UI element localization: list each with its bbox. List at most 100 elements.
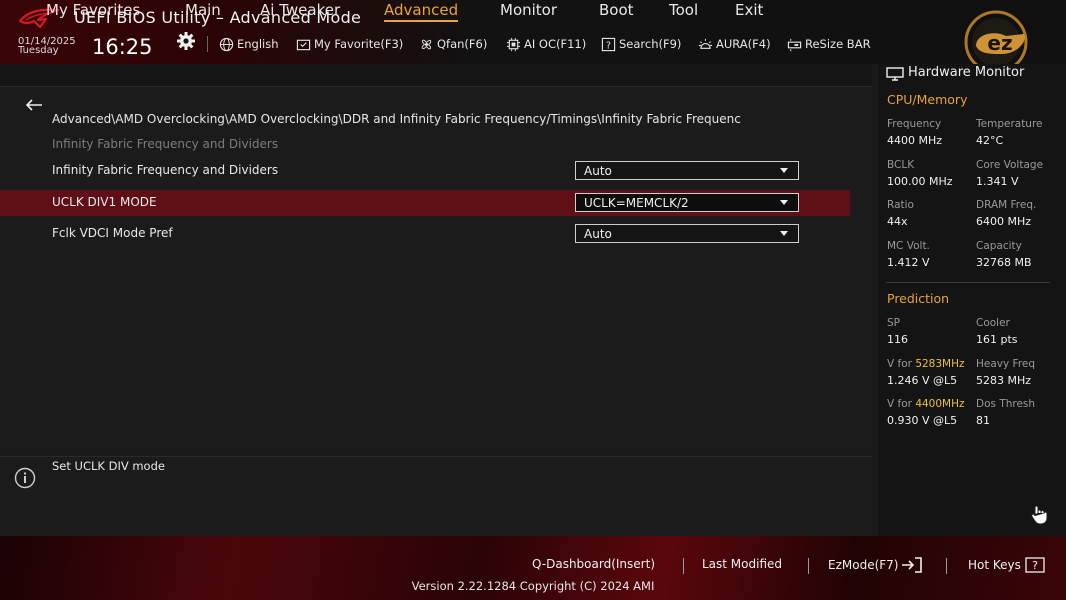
v-for-1-value: 1.246 V @L5 <box>887 374 958 387</box>
ezmode-label: EzMode(F7) <box>828 558 899 572</box>
mc-volt-value: 1.412 V <box>887 256 930 269</box>
bclk-value: 100.00 MHz <box>887 175 953 188</box>
setting-row-uclk-div1[interactable]: UCLK DIV1 MODE UCLK=MEMCLK/2 <box>0 190 850 216</box>
tab-monitor[interactable]: Monitor <box>500 1 557 19</box>
help-key-icon: ? <box>1025 557 1045 573</box>
footer-divider <box>946 558 947 574</box>
capacity-label: Capacity <box>976 240 1022 252</box>
tab-advanced[interactable]: Advanced <box>384 1 459 22</box>
uclk-div1-dropdown[interactable]: UCLK=MEMCLK/2 <box>575 193 799 212</box>
dropdown-arrow-icon <box>780 200 788 205</box>
svg-text:?: ? <box>606 40 611 51</box>
capacity-value: 32768 MB <box>976 256 1032 269</box>
search-label: Search(F9) <box>619 37 682 51</box>
v-for-1-freq: 5283MHz <box>915 358 965 370</box>
exit-arrow-icon <box>902 557 923 573</box>
bclk-label: BCLK <box>887 159 915 171</box>
if-frequency-dropdown[interactable]: Auto <box>575 161 799 180</box>
breadcrumb: Advanced\AMD Overclocking\AMD Overclocki… <box>52 112 741 126</box>
ai-oc-label: AI OC(F11) <box>524 37 587 51</box>
cooler-label: Cooler <box>976 317 1010 329</box>
tab-my-favorites[interactable]: My Favorites <box>46 1 140 19</box>
tab-tool[interactable]: Tool <box>669 1 698 19</box>
cpu-memory-heading: CPU/Memory <box>887 92 968 107</box>
back-arrow-icon[interactable] <box>24 98 44 112</box>
hw-divider <box>886 282 1050 283</box>
setting-label: Infinity Fabric Frequency and Dividers <box>52 163 279 177</box>
v-for-2-label: V for 4400MHz <box>887 398 965 410</box>
aura-label: AURA(F4) <box>716 37 771 51</box>
heavy-freq-value: 5283 MHz <box>976 374 1032 387</box>
dram-freq-label: DRAM Freq. <box>976 199 1037 211</box>
tab-ai-tweaker[interactable]: Ai Tweaker <box>260 1 340 19</box>
ai-chip-icon <box>506 37 521 51</box>
q-dashboard-button[interactable]: Q-Dashboard(Insert) <box>532 557 655 571</box>
dram-freq-value: 6400 MHz <box>976 215 1032 228</box>
sp-value: 116 <box>887 333 908 346</box>
header-divider <box>207 36 208 52</box>
ratio-label: Ratio <box>887 199 914 211</box>
qfan-label: Qfan(F6) <box>437 37 488 51</box>
footer-divider <box>683 558 684 574</box>
ai-oc-button[interactable]: AI OC(F11) <box>506 36 586 52</box>
fclk-vdci-dropdown[interactable]: Auto <box>575 224 799 243</box>
dropdown-value: UCLK=MEMCLK/2 <box>584 196 689 210</box>
svg-text:?: ? <box>1032 559 1038 572</box>
language-label: English <box>237 37 279 51</box>
sp-label: SP <box>887 317 900 329</box>
language-button[interactable]: English <box>219 36 279 52</box>
resize-bar-button[interactable]: ReSize BAR <box>787 36 871 52</box>
setting-label: Fclk VDCI Mode Pref <box>52 226 173 240</box>
qfan-button[interactable]: Qfan(F6) <box>419 36 487 52</box>
fan-icon <box>421 39 432 49</box>
menu-bar <box>0 64 872 86</box>
footer-divider <box>808 558 809 574</box>
v-for-prefix: V for <box>887 358 912 370</box>
aura-button[interactable]: AURA(F4) <box>698 36 771 52</box>
v-for-1-label: V for 5283MHz <box>887 358 965 370</box>
gear-icon[interactable] <box>176 31 196 51</box>
help-text: Set UCLK DIV mode <box>52 459 165 473</box>
setting-row-if-frequency[interactable]: Infinity Fabric Frequency and Dividers A… <box>0 158 850 184</box>
v-for-prefix: V for <box>887 398 912 410</box>
info-icon <box>14 467 36 489</box>
dropdown-value: Auto <box>584 227 612 241</box>
temperature-label: Temperature <box>976 118 1043 130</box>
weekday-display: Tuesday <box>18 45 59 56</box>
v-for-2-freq: 4400MHz <box>915 398 965 410</box>
mc-volt-label: MC Volt. <box>887 240 930 252</box>
hand-cursor-icon <box>1031 505 1048 525</box>
temperature-value: 42°C <box>976 134 1004 147</box>
tab-boot[interactable]: Boot <box>599 1 634 19</box>
hot-keys-label: Hot Keys <box>968 558 1021 572</box>
search-button[interactable]: ? Search(F9) <box>601 36 681 52</box>
hot-keys-button[interactable]: Hot Keys ? <box>968 557 1045 573</box>
favorite-folder-icon <box>296 39 311 50</box>
prediction-heading: Prediction <box>887 291 950 306</box>
frequency-value: 4400 MHz <box>887 134 943 147</box>
clock-display: 16:25 <box>92 35 153 59</box>
tab-exit[interactable]: Exit <box>735 1 763 19</box>
setting-label: UCLK DIV1 MODE <box>52 195 157 209</box>
dropdown-arrow-icon <box>780 168 788 173</box>
heavy-freq-label: Heavy Freq <box>976 358 1036 370</box>
ezmode-button[interactable]: EzMode(F7) <box>828 557 923 573</box>
my-favorite-button[interactable]: My Favorite(F3) <box>296 36 403 52</box>
globe-icon <box>219 37 234 51</box>
search-icon: ? <box>601 37 616 51</box>
monitor-icon <box>886 67 904 81</box>
setting-row-fclk-vdci[interactable]: Fclk VDCI Mode Pref Auto <box>0 221 850 247</box>
hardware-monitor-title: Hardware Monitor <box>908 65 1025 80</box>
frequency-label: Frequency <box>887 118 942 130</box>
tab-main[interactable]: Main <box>185 1 221 19</box>
dos-thresh-label: Dos Thresh <box>976 398 1036 410</box>
resize-bar-label: ReSize BAR <box>805 37 871 51</box>
dos-thresh-value: 81 <box>976 414 990 427</box>
last-modified-button[interactable]: Last Modified <box>702 557 782 571</box>
resize-bar-icon <box>787 38 802 51</box>
core-voltage-label: Core Voltage <box>976 159 1044 171</box>
section-subtitle: Infinity Fabric Frequency and Dividers <box>52 137 279 151</box>
core-voltage-value: 1.341 V <box>976 175 1019 188</box>
svg-text:ez: ez <box>987 31 1012 55</box>
cooler-value: 161 pts <box>976 333 1018 346</box>
